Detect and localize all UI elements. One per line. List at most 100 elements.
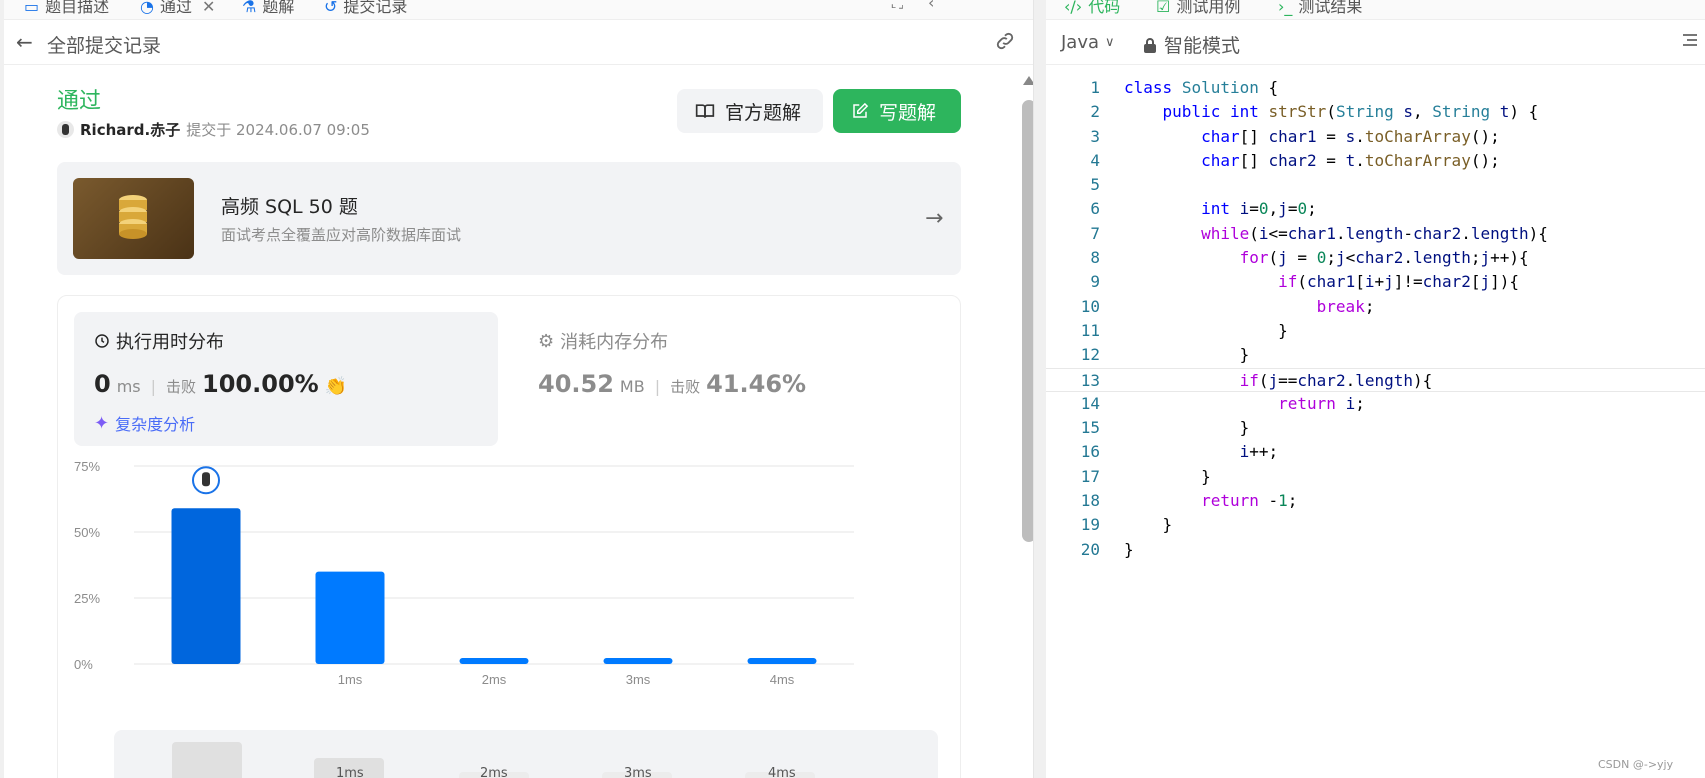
official-solution-button[interactable]: 官方题解	[677, 89, 823, 133]
chart-bar[interactable]	[747, 658, 817, 664]
y-tick-label: 75%	[74, 459, 100, 474]
code-line[interactable]: 6 int i=0,j=0;	[1046, 197, 1705, 221]
username[interactable]: Richard.赤子	[80, 119, 180, 140]
range-selector[interactable]: 1ms 2ms 3ms 4ms	[114, 730, 938, 778]
scrollbar-thumb[interactable]	[1022, 100, 1033, 542]
history-icon: ↺	[324, 0, 338, 16]
back-arrow-icon[interactable]: ←	[16, 30, 33, 54]
code-icon: ‹/›	[1064, 0, 1083, 16]
tab-description[interactable]: ▭ 题目描述	[24, 0, 109, 16]
line-number: 20	[1080, 539, 1100, 559]
line-number: 12	[1080, 345, 1100, 365]
tab-test-results[interactable]: ›_ 测试结果	[1278, 0, 1362, 16]
line-number: 1	[1090, 78, 1100, 97]
code-text: class Solution {	[1124, 78, 1279, 97]
memory-unit: MB	[619, 377, 645, 396]
code-line[interactable]: 2 public int strStr(String s, String t) …	[1046, 100, 1705, 124]
line-number: 6	[1090, 199, 1100, 219]
code-text: if(char1[i+j]!=char2[j]){	[1278, 272, 1520, 292]
smart-mode[interactable]: 智能模式	[1143, 31, 1240, 58]
code-line[interactable]: 14 return i;	[1046, 392, 1705, 416]
tab-submissions[interactable]: ↺ 提交记录	[324, 0, 407, 16]
code-text: }	[1124, 466, 1211, 486]
link-icon[interactable]	[994, 30, 1016, 56]
fullscreen-icon[interactable]: ⛶	[892, 0, 903, 13]
line-number: 13	[1080, 370, 1100, 390]
code-text: char[] char1 = s.toCharArray();	[1201, 126, 1500, 146]
close-icon[interactable]: ✕	[202, 0, 215, 16]
memory-box[interactable]: ⚙ 消耗内存分布 40.52 MB | 击败 41.46%	[518, 312, 938, 446]
flask-icon: ⚗	[242, 0, 257, 16]
write-solution-button[interactable]: 写题解	[833, 89, 961, 133]
code-line[interactable]: 3 char[] char1 = s.toCharArray();	[1046, 125, 1705, 149]
mini-label: 4ms	[768, 766, 796, 778]
menu-icon[interactable]	[1682, 32, 1698, 52]
code-line[interactable]: 12 }	[1046, 343, 1705, 367]
mini-bar	[172, 742, 242, 778]
line-number: 3	[1090, 126, 1100, 146]
code-line[interactable]: 20}	[1046, 538, 1705, 562]
problem-tabbar: ▭ 题目描述 ◔ 通过 ✕ ⚗ 题解 ↺ 提交记录 ⛶ ‹	[4, 0, 1033, 20]
code-text: if(j==char2.length){	[1239, 370, 1433, 390]
code-line[interactable]: 19 }	[1046, 513, 1705, 537]
complexity-analysis-link[interactable]: ✦ 复杂度分析	[94, 411, 195, 435]
tab-testcases[interactable]: ☑ 测试用例	[1156, 0, 1240, 16]
terminal-icon: ›_	[1278, 0, 1293, 16]
line-number: 11	[1080, 320, 1100, 340]
runtime-distribution-chart: 0% 25% 50% 75% 1ms 2ms 3ms 4ms	[74, 456, 954, 716]
x-tick-label: 4ms	[770, 672, 795, 687]
runtime-value: 0	[94, 370, 111, 398]
code-text: char[] char2 = t.toCharArray();	[1201, 150, 1500, 170]
code-line[interactable]: 4 char[] char2 = t.toCharArray();	[1046, 149, 1705, 173]
database-icon	[119, 195, 147, 239]
app-root: ▭ 题目描述 ◔ 通过 ✕ ⚗ 题解 ↺ 提交记录 ⛶ ‹ ← 全部提交记录 通过	[0, 0, 1705, 778]
code-line[interactable]: 13 if(j==char2.length){	[1046, 367, 1705, 392]
code-line[interactable]: 11 }	[1046, 319, 1705, 343]
chart-bar[interactable]	[315, 571, 385, 664]
submitter-info: Richard.赤子 提交于 2024.06.07 09:05	[57, 119, 370, 140]
x-tick-label: 1ms	[338, 672, 363, 687]
chart-bar[interactable]	[171, 508, 241, 664]
code-line[interactable]: 7 while(i<=char1.length-char2.length){	[1046, 222, 1705, 246]
y-tick-label: 0%	[74, 657, 93, 672]
line-number: 8	[1090, 248, 1100, 268]
performance-card: 执行用时分布 0 ms | 击败 100.00% 👏 ✦ 复杂度分析 ⚙ 消耗内…	[57, 295, 961, 778]
code-line[interactable]: 1 class Solution {	[1046, 76, 1705, 100]
code-text: }	[1124, 320, 1288, 340]
collapse-icon[interactable]: ‹	[928, 0, 934, 13]
checkbox-icon: ☑	[1156, 0, 1171, 16]
study-plan-promo[interactable]: 高频 SQL 50 题 面试考点全覆盖应对高阶数据库面试 →	[57, 162, 961, 275]
code-text: }	[1124, 418, 1250, 438]
code-line[interactable]: 18 return -1;	[1046, 489, 1705, 513]
code-line[interactable]: 16 i++;	[1046, 440, 1705, 464]
submission-panel: ▭ 题目描述 ◔ 通过 ✕ ⚗ 题解 ↺ 提交记录 ⛶ ‹ ← 全部提交记录 通过	[4, 0, 1034, 778]
code-line[interactable]: 8 for(j = 0;j<char2.length;j++){	[1046, 246, 1705, 270]
runtime-box[interactable]: 执行用时分布 0 ms | 击败 100.00% 👏 ✦ 复杂度分析	[74, 312, 498, 446]
lock-icon	[1144, 37, 1156, 53]
code-editor[interactable]: 1 class Solution { 2 public int strStr(Str…	[1046, 76, 1705, 562]
x-tick-label: 2ms	[482, 672, 507, 687]
code-line[interactable]: 9 if(char1[i+j]!=char2[j]){	[1046, 270, 1705, 294]
chart-bar[interactable]	[459, 658, 529, 664]
all-submissions-link[interactable]: 全部提交记录	[47, 31, 161, 58]
avatar[interactable]	[57, 121, 74, 138]
chip-icon: ⚙	[538, 330, 555, 352]
tab-solutions[interactable]: ⚗ 题解	[242, 0, 294, 16]
chart-bar[interactable]	[603, 658, 673, 664]
chevron-down-icon: ∨	[1105, 35, 1115, 50]
line-number: 4	[1090, 150, 1100, 170]
language-select[interactable]: Java ∨	[1061, 32, 1115, 53]
scroll-up-arrow[interactable]	[1023, 76, 1033, 85]
runtime-metrics: 0 ms | 击败 100.00% 👏	[94, 370, 347, 398]
code-line[interactable]: 17 }	[1046, 465, 1705, 489]
tab-code[interactable]: ‹/› 代码	[1064, 0, 1120, 16]
code-line[interactable]: 5	[1046, 173, 1705, 197]
line-number: 16	[1080, 442, 1100, 462]
code-line[interactable]: 10 break;	[1046, 295, 1705, 319]
code-text: public int strStr(String s, String t) {	[1162, 102, 1539, 122]
code-text: int i=0,j=0;	[1201, 199, 1317, 219]
code-line[interactable]: 15 }	[1046, 416, 1705, 440]
code-text: }	[1124, 539, 1134, 559]
tab-accepted[interactable]: ◔ 通过 ✕	[140, 0, 215, 16]
line-number: 15	[1080, 418, 1100, 438]
